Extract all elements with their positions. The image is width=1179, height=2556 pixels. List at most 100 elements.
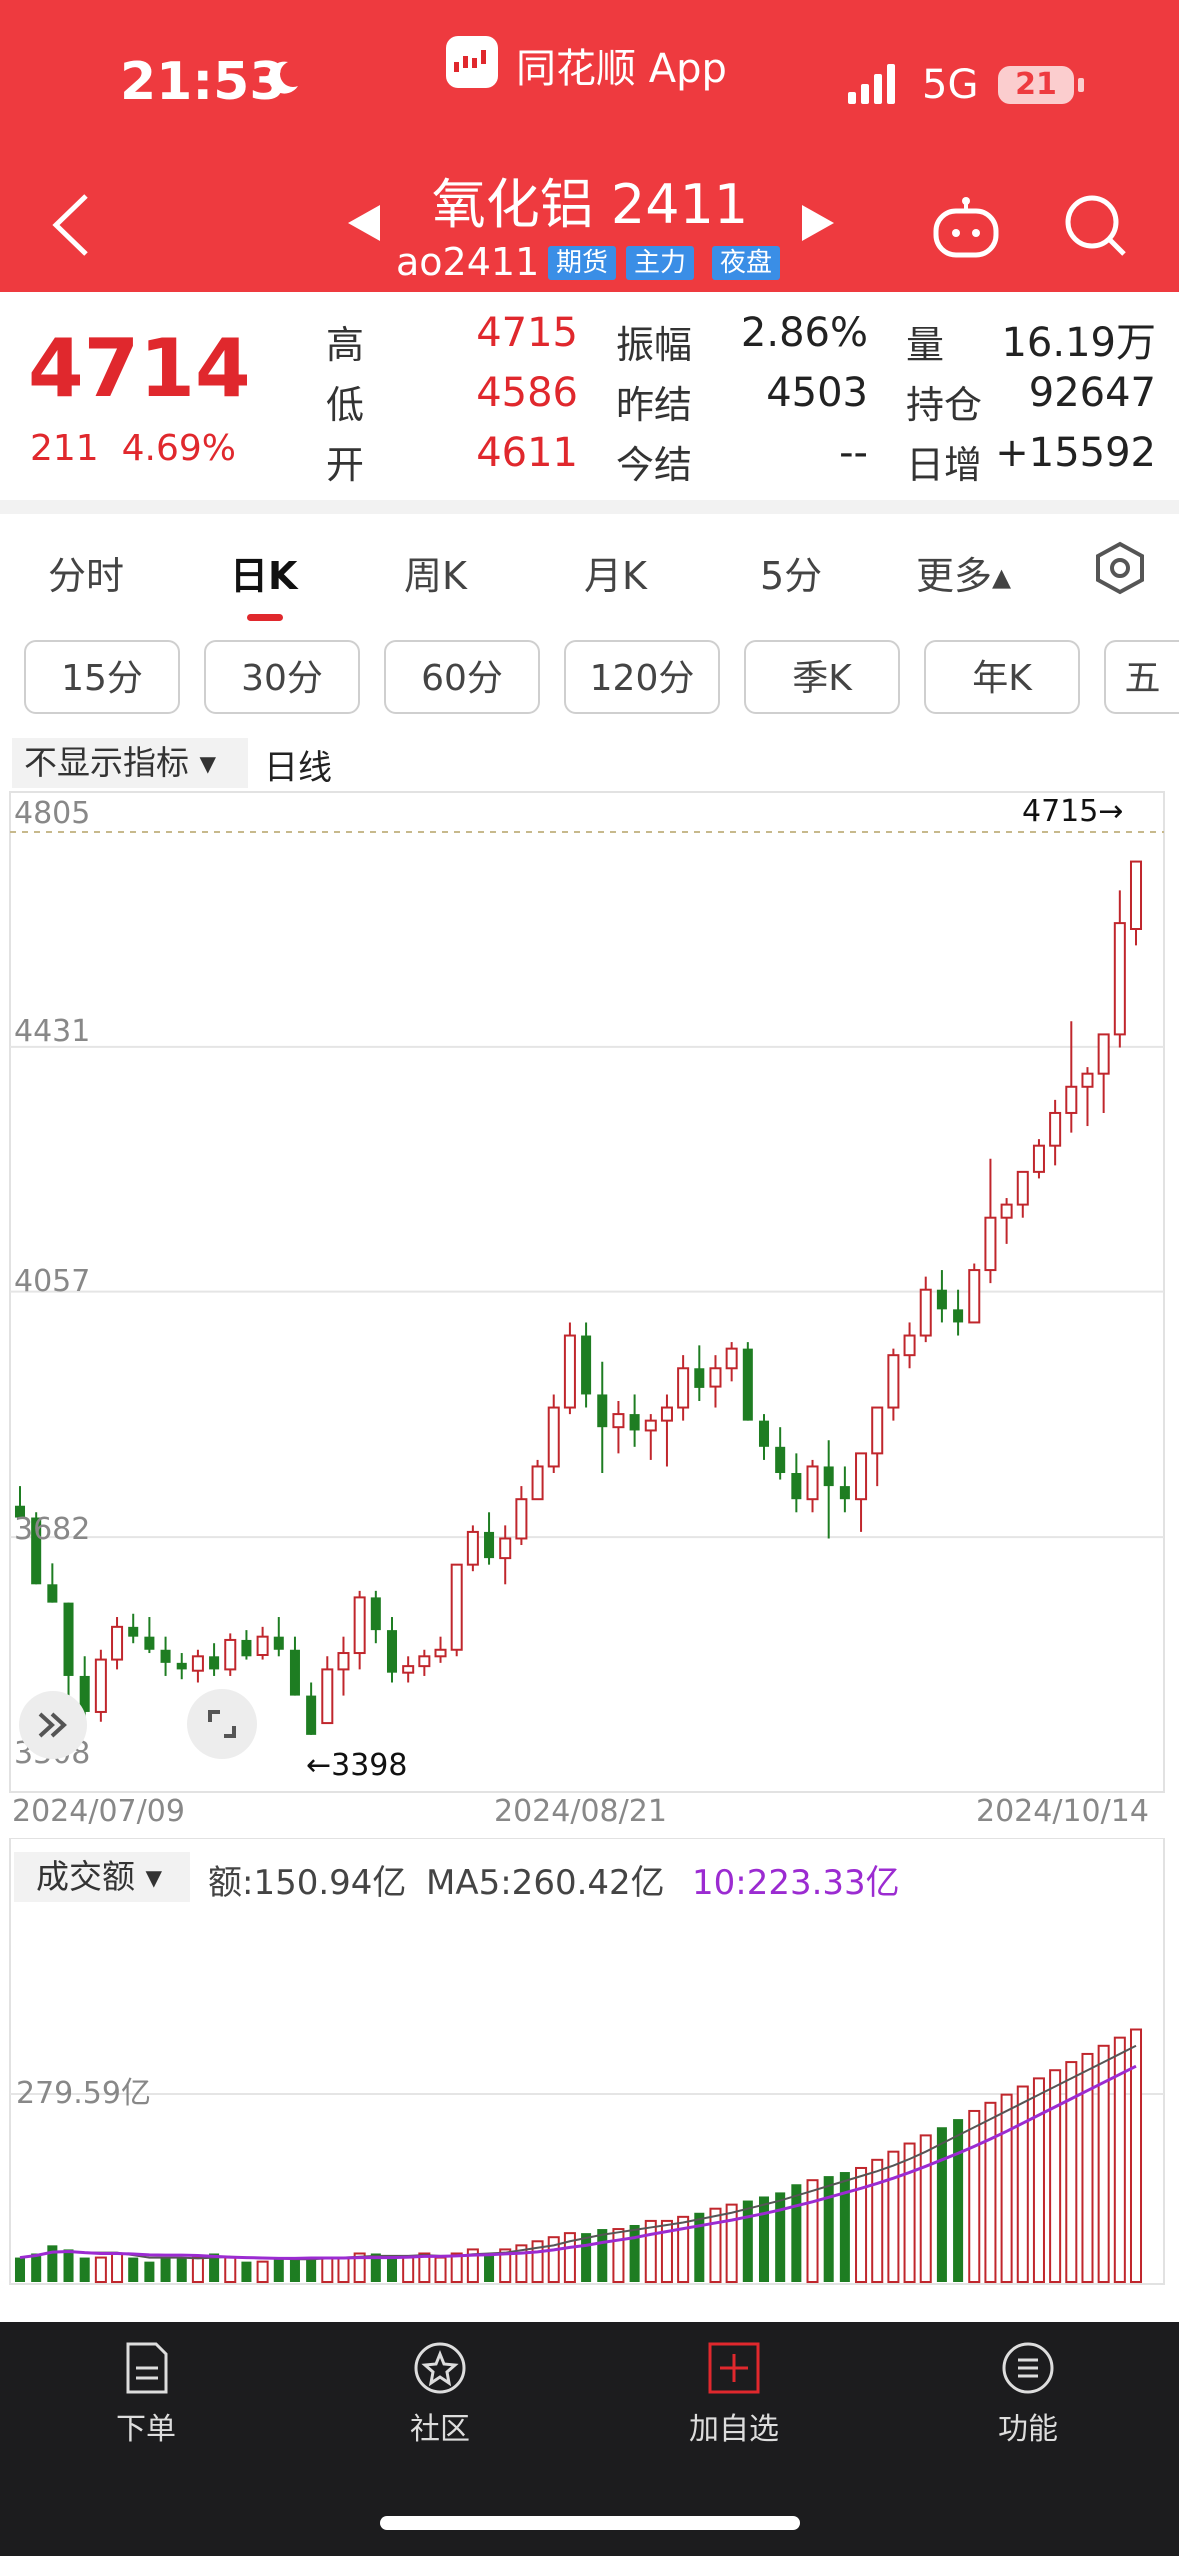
nav-add-watchlist[interactable]: 加自选 xyxy=(664,2330,804,2448)
volume-bar xyxy=(871,2158,884,2283)
page-title: 氧化铝 2411 xyxy=(431,173,749,236)
prev-contract-icon[interactable] xyxy=(346,203,382,243)
candle-body xyxy=(353,1596,366,1655)
volume-bar xyxy=(644,2219,657,2283)
candle-body xyxy=(111,1625,124,1661)
open-interest-value: 92647 xyxy=(1028,370,1156,416)
low-label: 低 xyxy=(326,383,365,427)
candlestick-chart[interactable] xyxy=(0,790,1179,1820)
header-bar: 21:53 同花顺 App 5G 21 氧化铝 2411 ao2411 期货 主… xyxy=(0,0,1179,292)
battery-icon: 21 xyxy=(998,66,1074,104)
tag-night: 夜盘 xyxy=(712,246,781,280)
volume-bar xyxy=(337,2256,350,2283)
volume-bar xyxy=(968,2109,981,2283)
x-label-mid: 2024/08/21 xyxy=(494,1794,667,1829)
volume-bar xyxy=(31,2253,42,2282)
volume-bar xyxy=(79,2257,90,2282)
price-change: 211 4.69% xyxy=(30,428,236,469)
fullscreen-icon[interactable] xyxy=(186,1688,258,1760)
candle-body xyxy=(629,1414,640,1431)
tab-intraday[interactable]: 分时 xyxy=(48,545,124,600)
volume-bar xyxy=(176,2257,187,2282)
candle-body xyxy=(1049,1111,1062,1147)
period-15min[interactable]: 15分 xyxy=(24,640,180,714)
period-60min[interactable]: 60分 xyxy=(384,640,540,714)
settle-value: -- xyxy=(839,430,868,476)
candle-body xyxy=(499,1537,512,1560)
candle-body xyxy=(450,1563,463,1651)
candle-body xyxy=(1113,922,1126,1036)
volume-chart[interactable] xyxy=(0,1838,1179,2288)
tab-weekly-k[interactable]: 周K xyxy=(404,545,467,600)
volume-bar xyxy=(63,2249,74,2282)
candle-body xyxy=(968,1269,981,1324)
candle-body xyxy=(791,1473,802,1500)
network-type: 5G xyxy=(922,62,979,108)
period-quarter-k[interactable]: 季K xyxy=(744,640,900,714)
tab-5min[interactable]: 5分 xyxy=(760,545,822,600)
search-icon[interactable] xyxy=(1062,192,1128,258)
expand-left-icon[interactable] xyxy=(18,1690,88,1760)
candle-body xyxy=(709,1367,722,1388)
tab-daily-k[interactable]: 日K xyxy=(230,545,297,600)
candle-body xyxy=(903,1334,916,1357)
candle-body xyxy=(273,1636,284,1650)
nav-functions[interactable]: 功能 xyxy=(958,2330,1098,2448)
status-time: 21:53 xyxy=(120,52,286,112)
candle-body xyxy=(241,1639,252,1657)
tab-more[interactable]: 更多▴ xyxy=(916,545,1011,600)
volume-bar xyxy=(806,2179,819,2283)
volume-bar xyxy=(823,2176,834,2282)
candle-body xyxy=(1032,1144,1045,1173)
open-value: 4611 xyxy=(476,430,578,476)
robot-assistant-icon[interactable] xyxy=(930,195,1002,261)
nav-functions-label: 功能 xyxy=(998,2412,1058,2447)
volume-bar xyxy=(903,2142,916,2283)
battery-tip xyxy=(1078,78,1084,92)
nav-community[interactable]: 社区 xyxy=(370,2330,510,2448)
volume-bar xyxy=(919,2134,932,2283)
candle-body xyxy=(612,1413,625,1429)
candle-body xyxy=(484,1531,495,1559)
candle-body xyxy=(191,1655,204,1672)
volume-bar xyxy=(629,2224,640,2282)
volume-bar xyxy=(434,2256,447,2283)
candle-body xyxy=(887,1354,900,1409)
volume-bar xyxy=(191,2256,204,2283)
moon-icon xyxy=(268,61,298,94)
candle-body xyxy=(370,1597,381,1631)
signal-icon xyxy=(848,64,895,104)
volume-bar xyxy=(791,2184,802,2282)
volume-bar xyxy=(94,2256,107,2283)
home-indicator xyxy=(380,2516,800,2530)
volume-bar xyxy=(111,2252,124,2284)
period-30min[interactable]: 30分 xyxy=(204,640,360,714)
tab-monthly-k[interactable]: 月K xyxy=(584,545,647,600)
volume-bar xyxy=(1049,2069,1062,2283)
period-120min[interactable]: 120分 xyxy=(564,640,720,714)
period-more[interactable]: 五 xyxy=(1104,640,1179,714)
candle-body xyxy=(806,1465,819,1501)
period-year-k[interactable]: 年K xyxy=(924,640,1080,714)
volume-bar xyxy=(758,2196,770,2282)
candle-body xyxy=(94,1658,107,1713)
y-label-4805: 4805 xyxy=(14,796,91,831)
volume-bar xyxy=(984,2101,997,2283)
candle-body xyxy=(839,1486,850,1500)
volume-bar xyxy=(887,2150,900,2284)
settings-hexagon-icon[interactable] xyxy=(1092,540,1148,596)
high-label: 高 xyxy=(326,323,365,367)
volume-bar xyxy=(839,2172,850,2282)
x-label-start: 2024/07/09 xyxy=(12,1794,185,1829)
candle-body xyxy=(775,1446,786,1474)
next-contract-icon[interactable] xyxy=(800,203,836,243)
candle-body xyxy=(694,1368,705,1388)
volume-bar xyxy=(1000,2093,1013,2283)
volume-bar xyxy=(953,2119,964,2282)
candle-body xyxy=(63,1602,74,1676)
volume-bar xyxy=(775,2192,786,2282)
back-icon[interactable] xyxy=(48,190,94,260)
indicator-selector[interactable]: 不显示指标 ▾ xyxy=(12,738,248,788)
candle-body xyxy=(386,1630,398,1673)
nav-order[interactable]: 下单 xyxy=(76,2330,216,2448)
